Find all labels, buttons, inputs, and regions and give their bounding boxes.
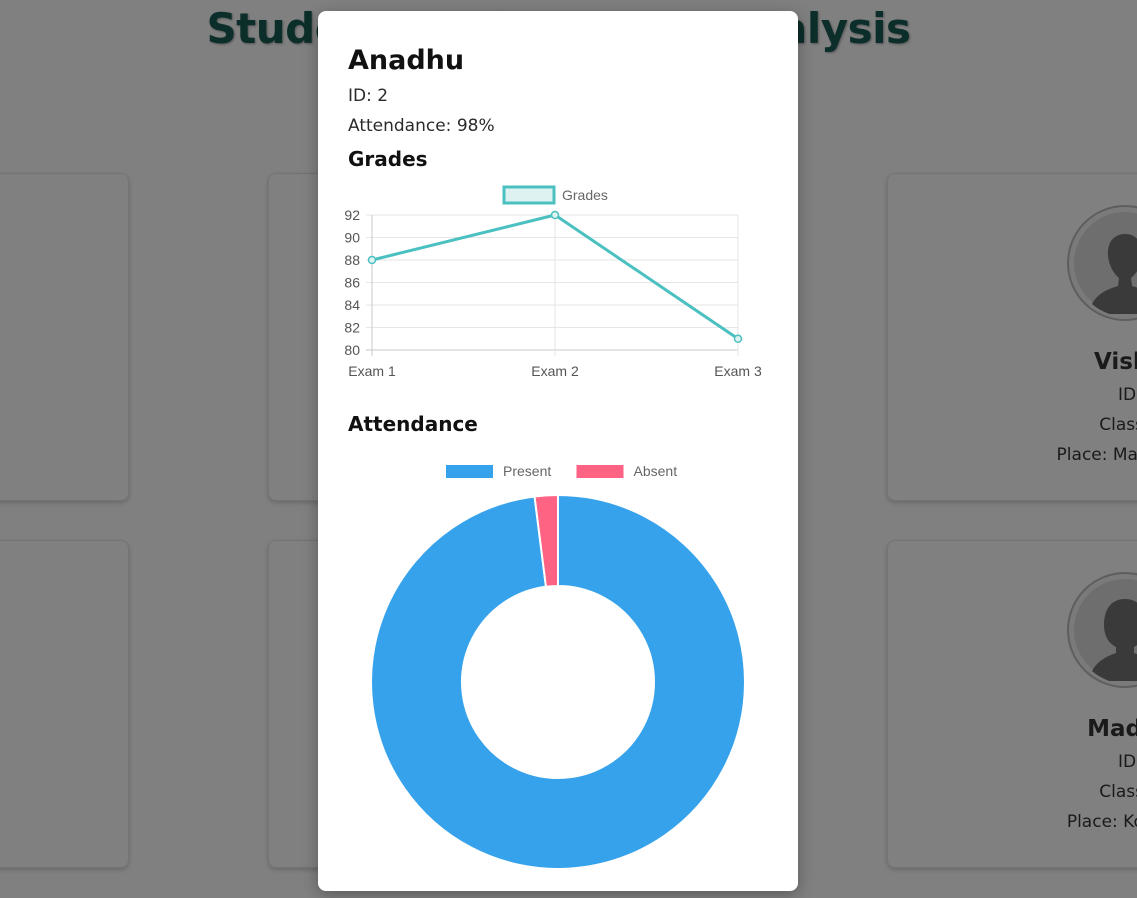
y-tick-label: 80	[344, 342, 360, 358]
student-card[interactable]	[0, 173, 129, 501]
grades-line-chart[interactable]: Grades 80 82 84 86 88 90 92 Exam 1 Exam 2 Exam 3	[328, 177, 788, 377]
attendance-doughnut-chart[interactable]: Present Absent	[318, 446, 798, 871]
legend-label-present: Present	[503, 463, 551, 479]
legend-swatch-present	[446, 465, 493, 478]
student-id: ID: 1	[1117, 385, 1137, 405]
avatar	[1067, 205, 1137, 321]
grades-title: Grades	[348, 147, 428, 171]
chart-legend[interactable]: Grades	[502, 185, 608, 205]
y-tick-label: 90	[344, 230, 360, 246]
student-place: Place: Kozhikode	[1066, 812, 1137, 832]
student-class: Class: 12	[1099, 415, 1137, 435]
student-name: Madhav	[1087, 716, 1137, 742]
modal-student-name: Anadhu	[348, 45, 465, 76]
x-tick-label: Exam 3	[714, 363, 762, 377]
y-tick-label: 92	[344, 207, 360, 223]
student-name: Vishnu	[1093, 349, 1137, 375]
person-silhouette-icon	[1074, 212, 1137, 314]
modal-attendance-text: Attendance: 98%	[348, 116, 495, 136]
avatar	[1067, 572, 1137, 688]
data-point	[550, 210, 560, 220]
student-detail-modal[interactable]: Anadhu ID: 2 Attendance: 98% Grades Grad…	[318, 11, 798, 891]
y-tick-label: 88	[344, 252, 360, 268]
student-id: ID: 4	[1117, 752, 1137, 772]
student-card[interactable]: Vishnu ID: 1 Class: 12 Place: Malappuram	[887, 173, 1137, 501]
x-tick-label: Exam 1	[348, 363, 396, 377]
data-point	[367, 255, 377, 265]
x-tick-label: Exam 2	[531, 363, 579, 377]
student-place: Place: Malappuram	[1056, 445, 1137, 465]
modal-student-id: ID: 2	[348, 86, 389, 106]
legend-label-grades: Grades	[562, 187, 608, 203]
data-point	[733, 334, 743, 343]
student-card[interactable]	[0, 540, 129, 868]
student-class: Class: 12	[1099, 782, 1137, 802]
y-tick-label: 82	[344, 320, 360, 336]
attendance-title: Attendance	[348, 412, 478, 436]
legend-swatch-grades	[502, 185, 556, 205]
person-silhouette-icon	[1074, 579, 1137, 681]
legend-label-absent: Absent	[634, 463, 678, 479]
student-card[interactable]: Madhav ID: 4 Class: 12 Place: Kozhikode	[887, 540, 1137, 868]
y-tick-label: 86	[344, 275, 360, 291]
y-tick-label: 84	[344, 297, 360, 313]
legend-swatch-absent	[576, 465, 624, 478]
chart-legend[interactable]: Present Absent	[446, 463, 677, 479]
